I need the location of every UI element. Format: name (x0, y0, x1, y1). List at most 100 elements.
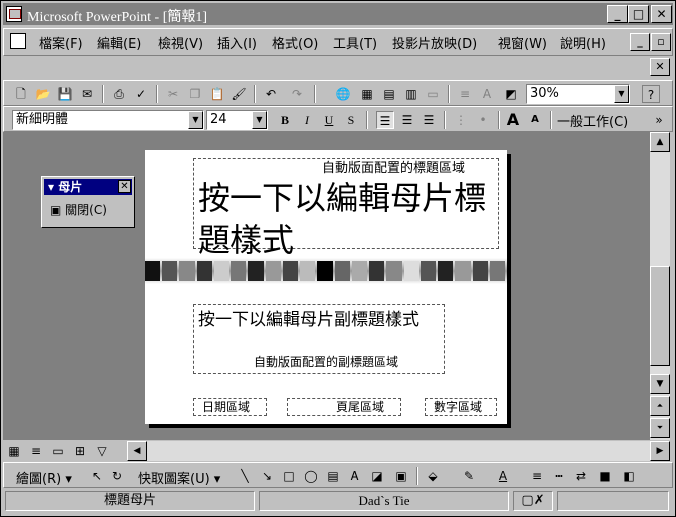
scroll-left-arrow-icon[interactable]: ◀ (127, 441, 147, 461)
line-icon[interactable]: ╲ (236, 467, 254, 485)
scroll-down-arrow-icon[interactable]: ▼ (650, 374, 670, 394)
subtitle-placeholder[interactable]: 按一下以編輯母片副標題樣式 自動版面配置的副標題區域 (193, 304, 445, 374)
menu-slideshow[interactable]: 投影片放映(D) (392, 33, 477, 52)
align-right-icon[interactable]: ☰ (420, 111, 438, 129)
wordart-icon[interactable]: Ꭺ (346, 467, 364, 485)
oval-icon[interactable]: ◯ (302, 467, 320, 485)
print-icon[interactable]: ⎙ (110, 85, 128, 103)
toolbar-more-icon[interactable]: » (650, 111, 668, 129)
slide-view-icon[interactable]: ▭ (49, 442, 67, 460)
picture-icon[interactable]: ▣ (392, 467, 410, 485)
menu-insert[interactable]: 插入(I) (217, 33, 257, 52)
insert-chart-icon[interactable]: ▥ (402, 85, 420, 103)
scroll-up-arrow-icon[interactable]: ▲ (650, 132, 670, 152)
open-icon[interactable]: 📂 (34, 85, 52, 103)
decrease-font-size-icon[interactable]: A (526, 111, 544, 129)
zoom-select[interactable]: 30% ▼ (526, 84, 630, 104)
italic-button[interactable]: I (298, 111, 316, 129)
menu-view[interactable]: 檢視(V) (158, 33, 203, 52)
line-style-icon[interactable]: ≡ (528, 467, 546, 485)
menu-window[interactable]: 視窗(W) (498, 33, 547, 52)
scroll-thumb[interactable] (650, 266, 670, 366)
menu-help[interactable]: 說明(H) (560, 33, 606, 52)
menu-edit[interactable]: 編輯(E) (97, 33, 141, 52)
shadow-button[interactable]: S (342, 111, 360, 129)
close-icon[interactable]: ✕ (118, 180, 131, 193)
scroll-right-arrow-icon[interactable]: ▶ (650, 441, 670, 461)
dash-style-icon[interactable]: ┅ (550, 467, 568, 485)
vertical-scrollbar[interactable]: ▲ ▼ ⏶ ⏷ (650, 132, 670, 440)
minimize-button[interactable]: _ (607, 5, 628, 23)
format-painter-icon[interactable]: 🖌 (230, 85, 248, 103)
paste-icon[interactable]: 📋 (208, 85, 226, 103)
font-select[interactable]: 新細明體 ▼ (12, 110, 204, 130)
help-icon[interactable]: ? (642, 85, 660, 103)
close-master-view-button[interactable]: ▣ 關閉(C) (50, 201, 107, 218)
footer-area[interactable]: 頁尾區域 (287, 398, 401, 416)
title-placeholder[interactable]: 自動版面配置的標題區域 按一下以編輯母片標題樣式 (193, 158, 499, 259)
3d-icon[interactable]: ◧ (620, 467, 638, 485)
undo-icon[interactable]: ↶ (262, 85, 280, 103)
doc-close-button[interactable]: ✕ (650, 58, 670, 76)
horizontal-scrollbar[interactable]: ◀ ▶ (127, 441, 670, 461)
chevron-down-icon[interactable]: ▼ (614, 85, 629, 103)
panel-title[interactable]: ▾ 母片 ✕ (44, 179, 132, 195)
menu-file[interactable]: 檔案(F) (39, 33, 83, 52)
draw-menu[interactable]: 繪圖(R) ▾ (16, 468, 72, 487)
grayscale-icon[interactable]: ◩ (502, 85, 520, 103)
email-icon[interactable]: ✉ (78, 85, 96, 103)
slideshow-view-icon[interactable]: ▽ (93, 442, 111, 460)
align-center-icon[interactable]: ☰ (398, 111, 416, 129)
menu-format[interactable]: 格式(O) (272, 33, 318, 52)
doc-restore-button[interactable]: ▫ (651, 33, 671, 51)
new-slide-icon[interactable]: ▭ (424, 85, 442, 103)
normal-view-icon[interactable]: ▦ (5, 442, 23, 460)
font-size-select[interactable]: 24 ▼ (206, 110, 268, 130)
arrow-style-icon[interactable]: ⇄ (572, 467, 590, 485)
rectangle-icon[interactable]: □ (280, 467, 298, 485)
slide-sorter-view-icon[interactable]: ⊞ (71, 442, 89, 460)
master-toolbar-panel[interactable]: ▾ 母片 ✕ ▣ 關閉(C) (41, 176, 135, 228)
align-left-icon[interactable]: ☰ (376, 111, 394, 129)
next-slide-icon[interactable]: ⏷ (650, 418, 670, 438)
increase-font-size-icon[interactable]: A (504, 111, 522, 129)
insert-table-icon[interactable]: ▤ (380, 85, 398, 103)
chevron-down-icon[interactable]: ▼ (252, 111, 267, 129)
bold-button[interactable]: B (276, 111, 294, 129)
expand-all-icon[interactable]: ≡ (456, 85, 474, 103)
clipart-icon[interactable]: ◪ (368, 467, 386, 485)
chevron-down-icon[interactable]: ▼ (188, 111, 203, 129)
redo-icon[interactable]: ↷ (288, 85, 306, 103)
textbox-icon[interactable]: ▤ (324, 467, 342, 485)
common-tasks-menu[interactable]: 一般工作(C) (557, 111, 628, 130)
bullets-icon[interactable]: • (474, 111, 492, 129)
spelling-icon[interactable]: ✓ (132, 85, 150, 103)
select-objects-icon[interactable]: ↖ (88, 467, 106, 485)
show-formatting-icon[interactable]: A (478, 85, 496, 103)
doc-minimize-button[interactable]: _ (630, 33, 650, 51)
font-color-icon[interactable]: A (494, 467, 512, 485)
menu-tools[interactable]: 工具(T) (333, 33, 377, 52)
numbering-icon[interactable]: ⋮ (452, 111, 470, 129)
document-icon[interactable] (10, 33, 26, 49)
shadow-icon[interactable]: ■ (596, 467, 614, 485)
maximize-button[interactable]: □ (628, 5, 649, 23)
arrow-icon[interactable]: ↘ (258, 467, 276, 485)
free-rotate-icon[interactable]: ↻ (108, 467, 126, 485)
date-area[interactable]: 日期區域 (193, 398, 267, 416)
tables-borders-icon[interactable]: ▦ (358, 85, 376, 103)
copy-icon[interactable]: ❐ (186, 85, 204, 103)
cut-icon[interactable]: ✂ (164, 85, 182, 103)
new-icon[interactable]: 🗋 (12, 85, 30, 103)
slide-master[interactable]: 自動版面配置的標題區域 按一下以編輯母片標題樣式 按一下以編輯母片副標題樣式 自… (145, 150, 507, 424)
autoshapes-menu[interactable]: 快取圖案(U) ▾ (138, 468, 220, 487)
save-icon[interactable]: 💾 (56, 85, 74, 103)
outline-view-icon[interactable]: ≡ (27, 442, 45, 460)
underline-button[interactable]: U (320, 111, 338, 129)
fill-color-icon[interactable]: ⬙ (424, 467, 442, 485)
previous-slide-icon[interactable]: ⏶ (650, 396, 670, 416)
powerpoint-app-icon[interactable] (6, 6, 22, 22)
close-button[interactable]: ✕ (651, 5, 672, 23)
slide-number-area[interactable]: 數字區域 (425, 398, 497, 416)
line-color-icon[interactable]: ✎ (460, 467, 478, 485)
